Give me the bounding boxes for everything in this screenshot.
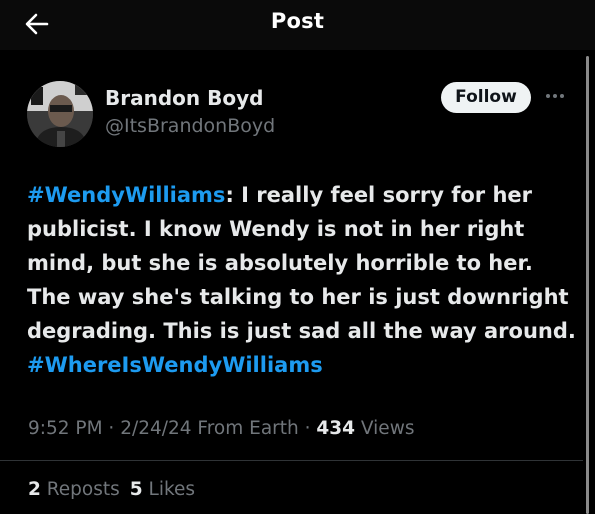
post-meta: 9:52 PM · 2/24/24 From Earth · 434 Views (28, 418, 414, 439)
follow-button[interactable]: Follow (441, 82, 531, 113)
more-horizontal-icon (546, 94, 564, 98)
hashtag-link[interactable]: #WhereIsWendyWilliams (27, 353, 323, 377)
post-stats: 2 Reposts 5 Likes (28, 479, 195, 500)
scrollbar[interactable] (586, 56, 589, 514)
reposts-link[interactable]: 2 Reposts (28, 479, 120, 500)
post-text: #WendyWilliams: I really feel sorry for … (27, 178, 579, 382)
reposts-label: Reposts (46, 479, 120, 500)
user-avatar-icon (27, 81, 93, 147)
author-display-name[interactable]: Brandon Boyd (105, 86, 263, 110)
post-date[interactable]: 2/24/24 (120, 418, 191, 439)
views-label: Views (360, 418, 415, 439)
avatar[interactable] (27, 81, 93, 147)
page-title: Post (270, 9, 325, 33)
likes-count: 5 (129, 479, 143, 500)
post-source: From Earth (197, 418, 299, 439)
meta-separator: · (102, 418, 121, 439)
author-handle[interactable]: @ItsBrandonBoyd (105, 115, 275, 137)
post-time[interactable]: 9:52 PM (28, 418, 103, 439)
top-bar: Post (0, 0, 595, 50)
likes-link[interactable]: 5 Likes (130, 479, 195, 500)
likes-label: Likes (148, 479, 196, 500)
views-count: 434 (316, 418, 356, 439)
hashtag-link[interactable]: #WendyWilliams (27, 183, 225, 207)
post-body: : I really feel sorry for her publicist.… (27, 183, 576, 343)
reposts-count: 2 (28, 479, 41, 500)
more-options-button[interactable] (544, 88, 566, 102)
divider (0, 460, 583, 461)
meta-separator: · (298, 418, 317, 439)
